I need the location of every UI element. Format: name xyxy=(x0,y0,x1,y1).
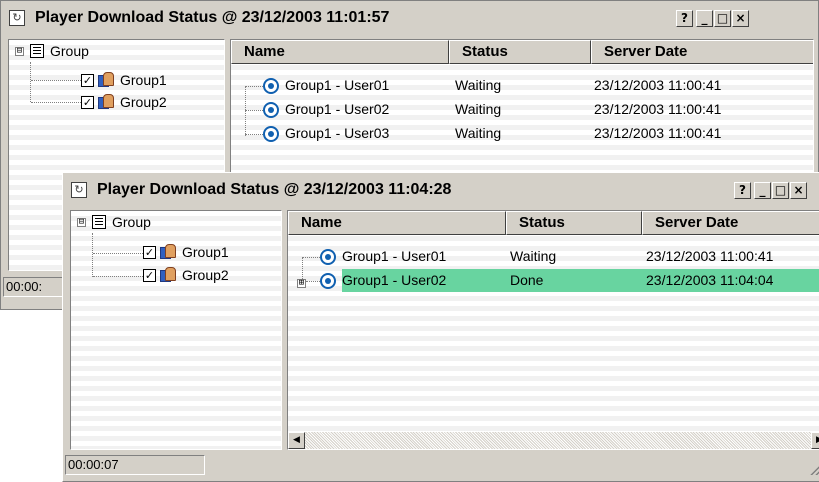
list-icon xyxy=(92,215,106,229)
group-icon xyxy=(98,94,114,110)
tree-root[interactable]: ⊟ Group xyxy=(77,214,151,230)
maximize-button[interactable]: □ xyxy=(772,182,789,199)
tree-item-label: Group2 xyxy=(182,267,229,283)
title-bar[interactable]: ↻ Player Download Status @ 23/12/2003 11… xyxy=(65,175,819,205)
scroll-left-button[interactable]: ◀ xyxy=(288,432,305,449)
user-server-date: 23/12/2003 11:04:04 xyxy=(646,272,774,288)
group1-checkbox[interactable]: ✓ xyxy=(143,245,156,259)
tree-item-label: Group2 xyxy=(120,94,167,110)
maximize-button[interactable]: □ xyxy=(714,10,731,27)
title-bar[interactable]: ↻ Player Download Status @ 23/12/2003 11… xyxy=(3,3,816,33)
minimize-button[interactable]: _ xyxy=(754,182,771,199)
group2-checkbox[interactable]: ✓ xyxy=(81,95,94,109)
tree-item-group2[interactable]: ✓ Group2 xyxy=(81,94,167,110)
list-item[interactable]: Group1 - User02 Waiting 23/12/2003 11:00… xyxy=(231,98,813,121)
column-header-name[interactable]: Name xyxy=(288,211,506,235)
user-status: Waiting xyxy=(455,125,502,141)
user-server-date: 23/12/2003 11:00:41 xyxy=(594,101,722,117)
horizontal-scrollbar[interactable]: ◀ ▶ xyxy=(288,432,819,449)
user-icon xyxy=(263,102,279,119)
expand-icon[interactable]: ⊞ xyxy=(297,279,306,288)
collapse-icon[interactable]: ⊟ xyxy=(77,217,86,227)
list-item[interactable]: Group1 - User03 Waiting 23/12/2003 11:00… xyxy=(231,122,813,145)
tree-item-label: Group1 xyxy=(120,72,167,88)
minimize-button[interactable]: _ xyxy=(696,10,713,27)
refresh-icon: ↻ xyxy=(71,182,87,198)
tree-root-label: Group xyxy=(112,214,151,230)
tree-item-group1[interactable]: ✓ Group1 xyxy=(81,72,167,88)
user-status: Waiting xyxy=(455,101,502,117)
user-name: Group1 - User01 xyxy=(285,77,390,93)
column-header-server-date[interactable]: Server Date xyxy=(591,40,813,64)
user-icon xyxy=(263,126,279,143)
user-icon xyxy=(263,78,279,95)
user-list[interactable]: Name Status Server Date Group1 - User01 … xyxy=(287,210,819,450)
list-item[interactable]: Group1 - User01 Waiting 23/12/2003 11:00… xyxy=(231,74,813,97)
collapse-icon[interactable]: ⊟ xyxy=(15,46,24,56)
user-icon xyxy=(320,249,336,266)
user-name: Group1 - User02 xyxy=(285,101,390,117)
window-title: Player Download Status @ 23/12/2003 11:0… xyxy=(35,9,390,26)
tree-item-label: Group1 xyxy=(182,244,229,260)
user-status: Waiting xyxy=(510,248,557,264)
user-status: Done xyxy=(510,272,544,288)
tree-item-group1[interactable]: ✓ Group1 xyxy=(143,244,229,260)
user-icon xyxy=(320,273,336,290)
group-icon xyxy=(98,72,114,88)
user-server-date: 23/12/2003 11:00:41 xyxy=(646,248,774,264)
download-status-window-2: ↻ Player Download Status @ 23/12/2003 11… xyxy=(62,172,819,482)
tree-root[interactable]: ⊟ Group xyxy=(15,43,89,59)
status-bar: 00:00:07 xyxy=(65,453,819,477)
column-header-status[interactable]: Status xyxy=(449,40,591,64)
close-button[interactable]: × xyxy=(790,182,807,199)
list-item[interactable]: Group1 - User01 Waiting 23/12/2003 11:00… xyxy=(288,245,819,268)
elapsed-time: 00:00:07 xyxy=(65,455,205,475)
column-header-status[interactable]: Status xyxy=(506,211,642,235)
column-header-server-date[interactable]: Server Date xyxy=(642,211,819,235)
group2-checkbox[interactable]: ✓ xyxy=(143,268,156,282)
tree-item-group2[interactable]: ✓ Group2 xyxy=(143,267,229,283)
scroll-right-button[interactable]: ▶ xyxy=(811,432,819,449)
close-button[interactable]: × xyxy=(732,10,749,27)
user-server-date: 23/12/2003 11:00:41 xyxy=(594,125,722,141)
user-server-date: 23/12/2003 11:00:41 xyxy=(594,77,722,93)
group-icon xyxy=(160,267,176,283)
window-title: Player Download Status @ 23/12/2003 11:0… xyxy=(97,181,452,198)
column-header-name[interactable]: Name xyxy=(231,40,449,64)
user-status: Waiting xyxy=(455,77,502,93)
help-button[interactable]: ? xyxy=(676,10,693,27)
user-name: Group1 - User02 xyxy=(342,272,447,288)
help-button[interactable]: ? xyxy=(734,182,751,199)
group1-checkbox[interactable]: ✓ xyxy=(81,73,94,87)
refresh-icon: ↻ xyxy=(9,10,25,26)
tree-root-label: Group xyxy=(50,43,89,59)
user-name: Group1 - User01 xyxy=(342,248,447,264)
group-icon xyxy=(160,244,176,260)
user-name: Group1 - User03 xyxy=(285,125,390,141)
group-tree[interactable]: ⊟ Group ✓ Group1 ✓ Group2 xyxy=(70,210,282,450)
list-icon xyxy=(30,44,44,58)
list-item[interactable]: ⊞ Group1 - User02 Done 23/12/2003 11:04:… xyxy=(288,269,819,292)
resize-grip-icon[interactable] xyxy=(809,461,819,475)
